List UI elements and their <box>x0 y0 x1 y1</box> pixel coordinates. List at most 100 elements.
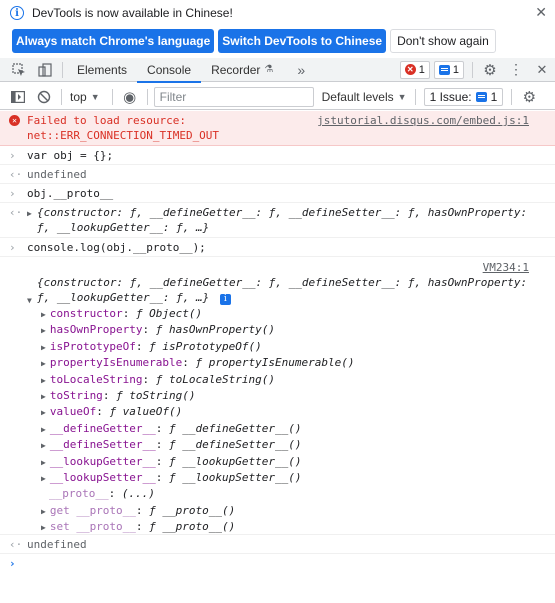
console-result-row[interactable]: ‹· ▶ {constructor: ƒ, __defineGetter__: … <box>0 204 555 238</box>
expand-triangle-icon[interactable]: ▶ <box>41 343 46 352</box>
language-infobar: i DevTools is now available in Chinese! … <box>0 0 555 60</box>
context-value: top <box>70 89 87 104</box>
expand-triangle-icon[interactable]: ▶ <box>41 441 46 450</box>
property-row[interactable]: ▶ constructor: ƒ Object() <box>41 307 202 320</box>
console-settings-icon[interactable]: ⚙ <box>516 85 542 109</box>
tab-console[interactable]: Console <box>137 58 202 83</box>
console-input-row: › obj.__proto__ <box>0 185 555 203</box>
property-key: isPrototypeOf <box>49 339 136 353</box>
expand-triangle-icon[interactable]: ▶ <box>41 392 46 401</box>
expand-triangle-icon[interactable]: ▶ <box>41 425 46 434</box>
property-row[interactable]: ▶ __lookupGetter__: ƒ __lookupGetter__() <box>41 455 302 468</box>
dont-show-again-button[interactable]: Don't show again <box>390 29 496 53</box>
property-value: ƒ __defineGetter__() <box>169 421 302 435</box>
kebab-menu-icon[interactable]: ⋮ <box>503 58 529 82</box>
expand-triangle-icon[interactable]: ▶ <box>41 408 46 417</box>
expand-triangle-icon[interactable]: ▶ <box>41 458 46 467</box>
expand-triangle-icon[interactable]: ▶ <box>41 359 46 368</box>
expand-triangle-icon[interactable]: ▶ <box>41 376 46 385</box>
prompt-chevron-icon: › <box>9 557 16 570</box>
object-summary-line2: ƒ, __lookupGetter__: ƒ, …} i <box>37 291 231 305</box>
device-toolbar-icon[interactable] <box>32 58 58 82</box>
property-row[interactable]: ▶ isPrototypeOf: ƒ isPrototypeOf() <box>41 340 262 353</box>
property-value: ƒ __lookupGetter__() <box>169 454 302 468</box>
toolbar-divider <box>511 88 513 105</box>
tab-elements[interactable]: Elements <box>67 58 137 82</box>
error-icon: ✕ <box>9 115 20 126</box>
property-colon: : <box>155 471 170 484</box>
property-value: ƒ toString() <box>116 389 196 402</box>
property-colon: : <box>155 438 170 452</box>
log-levels-dropdown[interactable]: Default levels ▼ <box>322 90 407 104</box>
result-value: undefined <box>27 538 87 551</box>
property-row[interactable]: ▶ toLocaleString: ƒ toLocaleString() <box>41 373 275 386</box>
error-text-line2: net::ERR_CONNECTION_TIMED_OUT <box>27 129 220 142</box>
chevron-down-icon: ▼ <box>397 91 407 102</box>
property-row[interactable]: ▶ hasOwnProperty: ƒ hasOwnProperty() <box>41 323 275 336</box>
input-chevron-icon: › <box>9 149 16 162</box>
expand-triangle-icon[interactable]: ▶ <box>41 474 46 483</box>
property-value: ƒ __lookupSetter__() <box>169 471 302 484</box>
close-devtools-icon[interactable]: ✕ <box>529 58 555 82</box>
property-row[interactable]: ▶ __lookupSetter__: ƒ __lookupSetter__() <box>41 471 302 484</box>
property-row[interactable]: ▶ __defineGetter__: ƒ __defineGetter__() <box>41 422 302 435</box>
expand-triangle-icon[interactable]: ▶ <box>41 507 46 516</box>
setter-row[interactable]: ▶ set __proto__: ƒ __proto__() <box>41 520 235 533</box>
expand-triangle-icon[interactable]: ▶ <box>27 209 32 218</box>
property-key: hasOwnProperty <box>49 323 143 337</box>
property-colon: : <box>182 356 196 370</box>
issues-count: 1 <box>490 89 498 104</box>
property-row[interactable]: ▶ valueOf: ƒ valueOf() <box>41 405 182 418</box>
collapse-triangle-icon[interactable]: ▼ <box>27 296 32 305</box>
info-icon: i <box>10 6 24 20</box>
result-arrow-icon: ‹· <box>9 206 23 219</box>
chevron-down-icon: ▼ <box>90 91 100 102</box>
expand-triangle-icon[interactable]: ▶ <box>41 523 46 532</box>
error-count-badge[interactable]: ✕ 1 <box>399 60 430 79</box>
property-colon: : <box>96 405 110 419</box>
property-row[interactable]: ▶ __defineSetter__: ƒ __defineSetter__() <box>41 438 302 451</box>
sidebar-toggle-icon[interactable] <box>5 85 31 109</box>
object-summary-line1: {constructor: ƒ, __defineGetter__: ƒ, __… <box>37 276 528 289</box>
log-source-link[interactable]: VM234:1 <box>483 261 529 274</box>
property-key: __defineGetter__ <box>49 421 156 435</box>
expand-triangle-icon[interactable]: ▶ <box>41 310 46 319</box>
property-value: ƒ __proto__() <box>149 520 236 534</box>
console-input-row: › var obj = {}; <box>0 147 555 165</box>
panel-tabbar: Elements Console Recorder ⚗ » ✕ 1 1 ⚙ ⋮ … <box>0 58 555 83</box>
inspect-element-icon[interactable] <box>6 58 32 82</box>
more-tabs-button[interactable]: » <box>283 58 319 82</box>
tab-recorder[interactable]: Recorder ⚗ <box>201 58 283 82</box>
getter-row[interactable]: ▶ get __proto__: ƒ __proto__() <box>41 504 235 517</box>
eye-icon[interactable]: ◉ <box>117 85 143 109</box>
expand-triangle-icon[interactable]: ▶ <box>41 326 46 335</box>
close-icon[interactable]: ✕ <box>535 4 547 21</box>
console-prompt[interactable]: › <box>0 555 555 575</box>
property-value: ƒ isPrototypeOf() <box>149 339 262 353</box>
switch-to-chinese-button[interactable]: Switch DevTools to Chinese <box>218 29 387 53</box>
message-count: 1 <box>452 63 459 76</box>
gear-icon[interactable]: ⚙ <box>477 58 503 82</box>
input-chevron-icon: › <box>9 241 16 254</box>
property-key: __lookupSetter__ <box>49 471 156 484</box>
flask-icon: ⚗ <box>264 64 274 75</box>
tab-recorder-label: Recorder <box>211 62 261 77</box>
property-row[interactable]: ▶ propertyIsEnumerable: ƒ propertyIsEnume… <box>41 356 354 369</box>
property-key: __defineSetter__ <box>49 438 156 452</box>
console-output[interactable]: ✕ Failed to load resource: net::ERR_CONN… <box>0 111 555 603</box>
context-selector[interactable]: top ▼ <box>70 90 100 104</box>
property-colon: : <box>142 323 156 337</box>
property-row[interactable]: ▶ toString: ƒ toString() <box>41 389 196 402</box>
property-colon: : <box>135 503 150 517</box>
error-source-link[interactable]: jstutorial.disqus.com/embed.js:1 <box>317 114 529 127</box>
property-value: ƒ toLocaleString() <box>155 372 276 386</box>
message-count-badge[interactable]: 1 <box>433 60 464 79</box>
clear-console-icon[interactable] <box>31 85 57 109</box>
filter-input[interactable]: Filter <box>153 86 314 107</box>
info-icon[interactable]: i <box>219 294 231 305</box>
always-match-language-button[interactable]: Always match Chrome's language <box>12 29 215 53</box>
issues-label: 1 Issue: <box>429 89 472 104</box>
proto-row[interactable]: __proto__: (...) <box>41 487 155 500</box>
issues-button[interactable]: 1 Issue: 1 <box>423 87 504 106</box>
message-icon <box>438 64 450 75</box>
